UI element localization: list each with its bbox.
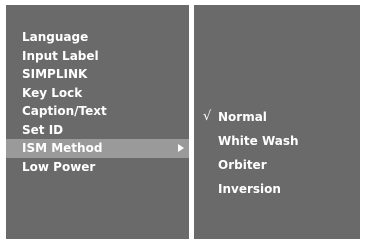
option-label: Inversion	[218, 182, 281, 196]
panel-divider	[190, 5, 193, 239]
checkmark-icon: √	[203, 109, 212, 124]
option-white-wash[interactable]: White Wash	[194, 129, 360, 153]
option-label: White Wash	[218, 134, 299, 148]
menu-item-label: SIMPLINK	[22, 67, 88, 81]
menu-item-label: Low Power	[22, 159, 96, 174]
menu-item-simplink[interactable]: SIMPLINK	[6, 65, 189, 84]
submenu-panel: √ Normal White Wash Orbiter Inversion	[194, 5, 360, 239]
menu-item-label: Caption/Text	[22, 104, 107, 118]
menu-item-input-label[interactable]: Input Label	[6, 47, 189, 66]
ism-method-options: √ Normal White Wash Orbiter Inversion	[194, 105, 360, 201]
option-normal[interactable]: √ Normal	[194, 105, 360, 129]
submenu-arrow-icon	[178, 144, 184, 152]
option-label: Normal	[218, 110, 267, 124]
menu-item-language[interactable]: Language	[6, 28, 189, 47]
main-menu-list: Language Input Label SIMPLINK Key Lock C…	[6, 28, 189, 176]
menu-item-label: Input Label	[22, 48, 99, 63]
option-label: Orbiter	[218, 158, 267, 172]
main-menu-panel: Language Input Label SIMPLINK Key Lock C…	[6, 5, 189, 239]
menu-item-label: Language	[22, 30, 89, 44]
option-inversion[interactable]: Inversion	[194, 177, 360, 201]
osd-menu-window: Language Input Label SIMPLINK Key Lock C…	[0, 0, 366, 244]
menu-item-caption-text[interactable]: Caption/Text	[6, 102, 189, 121]
menu-item-ism-method[interactable]: ISM Method	[6, 139, 189, 158]
menu-item-label: Key Lock	[22, 85, 83, 100]
menu-item-label: Set ID	[22, 122, 64, 137]
menu-item-key-lock[interactable]: Key Lock	[6, 84, 189, 103]
menu-item-set-id[interactable]: Set ID	[6, 121, 189, 140]
menu-item-label: ISM Method	[22, 141, 103, 155]
menu-item-low-power[interactable]: Low Power	[6, 158, 189, 177]
option-orbiter[interactable]: Orbiter	[194, 153, 360, 177]
